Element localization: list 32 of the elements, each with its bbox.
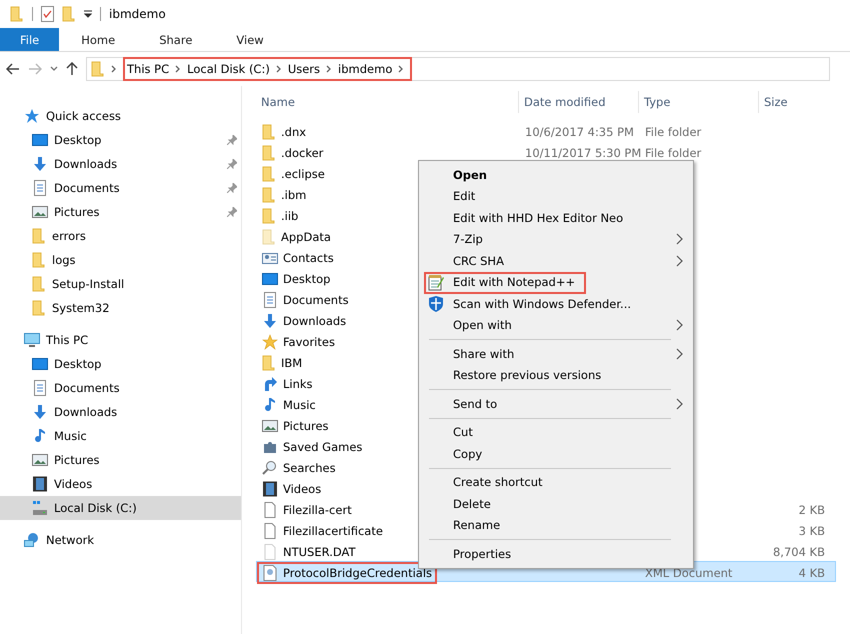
file-name: IBM bbox=[281, 356, 302, 370]
file-name: .dnx bbox=[281, 125, 306, 139]
window-title: ibmdemo bbox=[109, 7, 166, 21]
file-name: Searches bbox=[283, 461, 336, 475]
size-cell-text: 8,704 KB bbox=[772, 545, 826, 559]
file-name: Filezilla-cert bbox=[283, 503, 352, 517]
file-name: Contacts bbox=[283, 251, 334, 265]
file-name: Documents bbox=[283, 293, 349, 307]
file-name: AppData bbox=[281, 230, 331, 244]
file-name: Downloads bbox=[283, 314, 346, 328]
file-name: NTUSER.DAT bbox=[283, 545, 356, 559]
size-cell-text: 3 KB bbox=[798, 524, 826, 538]
size-cell-text: 4 KB bbox=[798, 566, 826, 580]
date-cell-text: 10/6/2017 4:35 PM bbox=[524, 125, 635, 139]
file-name: Filezillacertificate bbox=[283, 524, 383, 538]
file-name: .iib bbox=[281, 209, 298, 223]
file-name: Music bbox=[283, 398, 316, 412]
size-cell-text: 2 KB bbox=[798, 503, 826, 517]
file-name: .docker bbox=[281, 146, 324, 160]
file-name: Favorites bbox=[283, 335, 335, 349]
type-cell-text: File folder bbox=[644, 125, 702, 139]
file-name: .eclipse bbox=[281, 167, 325, 181]
file-name: Desktop bbox=[283, 272, 330, 286]
type-cell-text: File folder bbox=[644, 146, 702, 160]
type-cell-text: XML Document bbox=[644, 566, 734, 580]
file-name: Saved Games bbox=[283, 440, 362, 454]
file-name: Pictures bbox=[283, 419, 329, 433]
file-name: Videos bbox=[283, 482, 322, 496]
file-name: .ibm bbox=[281, 188, 306, 202]
file-name: Links bbox=[283, 377, 313, 391]
date-cell-text: 10/11/2017 5:30 PM bbox=[524, 146, 639, 160]
file-name: ProtocolBridgeCredentials bbox=[283, 566, 432, 580]
